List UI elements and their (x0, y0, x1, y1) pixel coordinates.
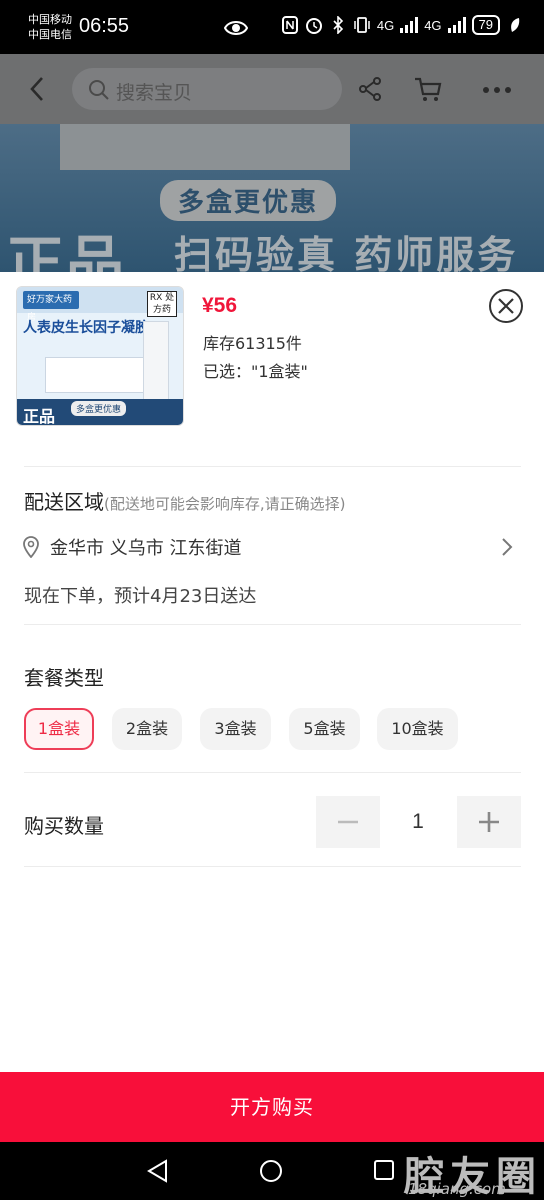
stock-count: 库存61315件 (203, 334, 302, 353)
quantity-decrease-button[interactable] (316, 796, 380, 848)
thumbnail-band-sub: 多盒更优惠 (71, 401, 127, 416)
divider (24, 624, 521, 625)
search-icon (89, 80, 109, 100)
status-bar: 中国移动 中国电信 06:55 4G 4G 79 (0, 0, 544, 54)
package-option[interactable]: 3盒装 (200, 708, 271, 750)
thumbnail-product-name: 人表皮生长因子凝胶 (23, 320, 149, 336)
top-navigation: 搜索宝贝 (0, 54, 544, 124)
battery-level: 79 (471, 15, 500, 35)
search-placeholder: 搜索宝贝 (116, 82, 193, 104)
thumbnail-band-title: 正品 (23, 407, 56, 426)
minus-icon (338, 820, 358, 824)
share-icon[interactable] (358, 76, 382, 102)
package-type-title: 套餐类型 (24, 666, 104, 690)
rx-badge: RX 处方药 (147, 291, 177, 317)
nfc-icon (281, 14, 299, 36)
bluetooth-icon (329, 14, 347, 36)
background-product-page[interactable]: 搜索宝贝 多盒更优惠 正品 扫码验真 药师服务 (0, 54, 544, 272)
nav-recent-apps-icon[interactable] (373, 1159, 395, 1181)
location-pin-icon (23, 536, 39, 558)
search-bar[interactable]: 搜索宝贝 (72, 68, 342, 110)
banner-subtitle: 多盒更优惠 (160, 180, 337, 221)
chevron-right-icon[interactable] (500, 536, 514, 558)
carrier-info: 中国移动 中国电信 (28, 12, 72, 42)
divider (24, 466, 521, 467)
more-icon[interactable] (482, 86, 512, 94)
selected-option: 已选："1盒装" (203, 362, 308, 381)
back-arrow-icon[interactable] (26, 74, 50, 104)
network-type-1: 4G (376, 17, 395, 33)
quantity-title: 购买数量 (24, 814, 104, 838)
carrier-1: 中国移动 (28, 13, 72, 26)
quantity-increase-button[interactable] (457, 796, 521, 848)
banner-tagline: 扫码验真 药师服务 (174, 233, 519, 272)
pharmacy-badge: 好万家大药房 (23, 291, 79, 323)
cart-icon[interactable] (414, 76, 442, 102)
nav-home-icon[interactable] (259, 1159, 283, 1183)
product-thumbnail[interactable]: 好万家大药房 RX 处方药 人表皮生长因子凝胶 正品 多盒更优惠 (16, 286, 184, 426)
eye-icon (224, 21, 248, 35)
divider (24, 866, 521, 867)
signal-icon-2 (447, 14, 466, 36)
alarm-icon (305, 14, 323, 36)
shipping-note: (配送地可能会影响库存,请正确选择) (104, 495, 346, 513)
nav-back-icon[interactable] (146, 1158, 170, 1184)
delivery-eta: 现在下单，预计4月23日送达 (24, 586, 257, 607)
sku-selection-sheet: 好万家大药房 RX 处方药 人表皮生长因子凝胶 正品 多盒更优惠 ¥56 库存6… (0, 272, 544, 1072)
charging-leaf-icon (506, 14, 524, 36)
quantity-value[interactable]: 1 (380, 796, 456, 848)
carrier-2: 中国电信 (28, 28, 72, 41)
package-option[interactable]: 2盒装 (112, 708, 182, 750)
divider (24, 772, 521, 773)
product-price: ¥56 (202, 294, 238, 317)
status-time: 06:55 (79, 15, 130, 37)
banner-main-text: 正品 (6, 229, 127, 272)
plus-icon (479, 812, 499, 832)
network-type-2: 4G (424, 17, 442, 33)
shipping-title: 配送区域(配送地可能会影响库存,请正确选择) (24, 486, 345, 515)
delivery-location[interactable]: 金华市 义乌市 江东街道 (50, 534, 241, 560)
package-option[interactable]: 10盒装 (377, 708, 458, 750)
status-icons: 4G 4G 79 (281, 14, 524, 36)
prescription-buy-button[interactable]: 开方购买 (0, 1072, 544, 1142)
system-navigation-bar: 腔友圈 18qiang.com (0, 1142, 544, 1200)
product-banner-image: 多盒更优惠 正品 扫码验真 药师服务 (0, 124, 544, 272)
thumbnail-tube-graphic (143, 321, 169, 401)
watermark-url: 18qiang.com (408, 1180, 506, 1198)
banner-package-graphic (60, 124, 350, 170)
close-icon[interactable] (488, 288, 524, 324)
package-option[interactable]: 5盒装 (289, 708, 360, 750)
signal-icon-1 (400, 14, 419, 36)
shipping-title-text: 配送区域 (24, 490, 104, 514)
vibrate-icon (353, 14, 371, 36)
package-option[interactable]: 1盒装 (24, 708, 94, 750)
